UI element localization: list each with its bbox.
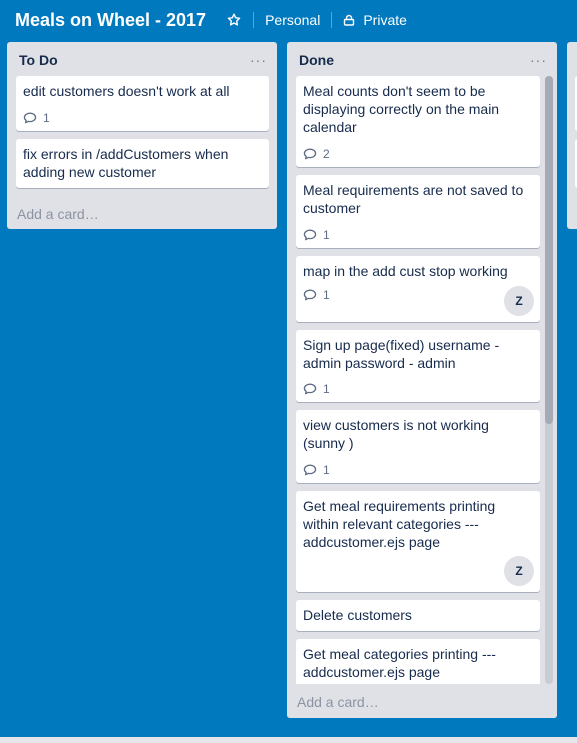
add-card-button[interactable]: Add a card… [17,206,99,222]
comment-count: 1 [323,288,330,302]
card-title: Delete customers [303,607,412,623]
list-next-partial[interactable] [567,42,577,229]
card-title: Meal requirements are not saved to custo… [303,182,524,216]
member-avatar[interactable]: Z [504,286,534,316]
card[interactable]: edit customers doesn't work at all 1 [16,76,269,131]
comment-icon [23,112,37,124]
list-title[interactable]: To Do [19,52,58,68]
card-title: Get meal requirements printing within re… [303,498,496,550]
team-button[interactable]: Personal [265,12,320,28]
card-title: Sign up page(fixed) username - admin pas… [303,337,500,371]
star-icon[interactable] [226,12,242,28]
board-title[interactable]: Meals on Wheel - 2017 [15,10,206,31]
scrollbar-thumb[interactable] [545,76,553,424]
board-horizontal-scrollbar[interactable] [0,737,577,743]
list-title[interactable]: Done [299,52,334,68]
comment-badge: 1 [303,288,330,302]
card-title: Meal counts don't seem to be displaying … [303,83,500,135]
comment-icon [303,148,317,160]
list-menu-icon[interactable]: ··· [250,53,267,67]
comment-count: 1 [43,111,50,125]
list-scrollbar[interactable] [545,76,553,684]
comment-count: 1 [323,382,330,396]
comment-icon [303,289,317,301]
comment-badge: 1 [23,111,50,125]
list-menu-icon[interactable]: ··· [530,53,547,67]
add-card-area: Add a card… [287,684,557,718]
card[interactable]: fix errors in /addCustomers when adding … [16,139,269,188]
card[interactable]: Sign up page(fixed) username - admin pas… [296,330,540,402]
board-header: Meals on Wheel - 2017 Personal Private [0,0,577,40]
header-divider [331,12,333,28]
card[interactable]: Meal counts don't seem to be displaying … [296,76,540,167]
visibility-button[interactable]: Private [343,12,407,28]
comment-badge: 1 [303,382,330,396]
card[interactable]: view customers is not working (sunny ) 1 [296,410,540,483]
card[interactable]: Meal requirements are not saved to custo… [296,175,540,248]
card-title: edit customers doesn't work at all [23,83,230,99]
card[interactable]: Get meal requirements printing within re… [296,491,540,592]
list-todo: To Do ··· edit customers doesn't work at… [7,42,277,229]
list-done: Done ··· Meal counts don't seem to be di… [287,42,557,718]
comment-icon [303,229,317,241]
lock-icon [344,14,355,26]
comment-badge: 1 [303,463,330,477]
card-title: view customers is not working (sunny ) [303,417,489,451]
card-title: fix errors in /addCustomers when adding … [23,146,229,180]
card-title: Get meal categories printing --- addcust… [303,646,496,680]
card[interactable]: map in the add cust stop working 1 Z [296,256,540,322]
visibility-label: Private [363,12,407,28]
comment-count: 1 [323,463,330,477]
member-avatar[interactable]: Z [504,556,534,586]
card[interactable]: Delete customers [296,600,540,631]
card-title: map in the add cust stop working [303,263,508,279]
comment-count: 2 [323,147,330,161]
comment-badge: 2 [303,147,330,161]
list-header: Done ··· [287,42,557,78]
comment-count: 1 [323,228,330,242]
list-header: To Do ··· [7,42,277,78]
header-divider [253,12,255,28]
comment-icon [303,464,317,476]
comment-icon [303,383,317,395]
comment-badge: 1 [303,228,330,242]
add-card-button[interactable]: Add a card… [297,694,379,710]
